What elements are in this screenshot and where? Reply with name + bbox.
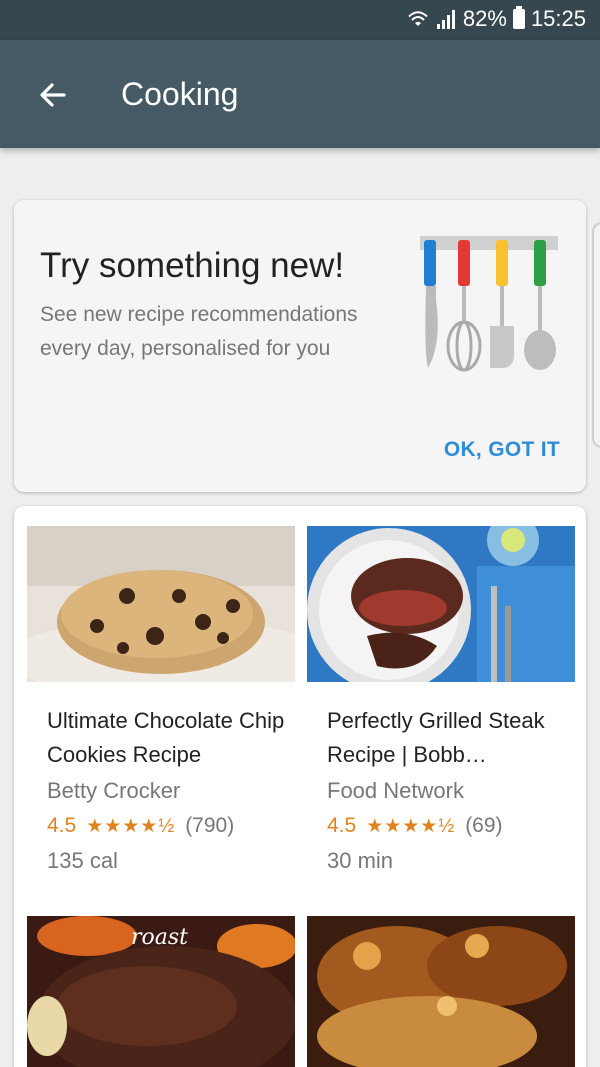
recipe-source: Betty Crocker bbox=[47, 778, 181, 803]
rating-value: 4.5 bbox=[327, 814, 357, 837]
star-rating-icon: ★★★★½ bbox=[86, 815, 176, 837]
battery-icon bbox=[512, 6, 525, 29]
rating-row: 4.5 ★★★★½ (69) bbox=[327, 814, 575, 838]
signal-icon bbox=[436, 10, 455, 29]
battery-percent: 82% bbox=[462, 6, 507, 31]
roast-image: roast bbox=[27, 916, 295, 1067]
recipe-time: 30 min bbox=[327, 848, 394, 873]
promo-subtitle: See new recipe recommendations every day… bbox=[40, 303, 358, 360]
steak-image bbox=[307, 526, 575, 682]
ok-got-it-button[interactable]: OK, GOT IT bbox=[444, 438, 560, 462]
clock: 15:25 bbox=[530, 6, 586, 31]
recipe-card-cookies[interactable]: Ultimate Chocolate Chip Cookies Recipe B… bbox=[27, 526, 295, 874]
glazed-dish-image bbox=[307, 916, 575, 1067]
back-button[interactable] bbox=[30, 72, 76, 118]
status-bar: 82% 15:25 bbox=[0, 0, 600, 40]
promo-card: Try something new! See new recipe recomm… bbox=[14, 200, 586, 492]
review-count: (69) bbox=[465, 814, 503, 837]
recipe-name: Perfectly Grilled Steak Recipe | Bobb… bbox=[327, 708, 545, 767]
star-rating-icon: ★★★★½ bbox=[366, 815, 456, 837]
app-bar: Cooking bbox=[0, 40, 600, 148]
side-panel-handle[interactable] bbox=[592, 222, 600, 448]
wifi-icon bbox=[408, 11, 428, 26]
rating-value: 4.5 bbox=[47, 814, 77, 837]
kitchen-utensils-icon bbox=[420, 236, 558, 372]
cookie-image bbox=[27, 526, 295, 682]
recipe-name: Ultimate Chocolate Chip Cookies Recipe bbox=[47, 708, 285, 767]
promo-title: Try something new! bbox=[40, 246, 345, 285]
roast-label: roast bbox=[131, 925, 188, 950]
recipe-card-roast[interactable]: roast bbox=[27, 916, 295, 1067]
recipes-grid: Ultimate Chocolate Chip Cookies Recipe B… bbox=[14, 506, 586, 1067]
recipe-card-glazed[interactable] bbox=[307, 916, 575, 1067]
arrow-left-icon bbox=[40, 83, 66, 107]
page-title: Cooking bbox=[121, 76, 239, 112]
status-indicators: 82% 15:25 bbox=[407, 6, 586, 32]
rating-row: 4.5 ★★★★½ (790) bbox=[47, 814, 295, 838]
recipe-card-steak[interactable]: Perfectly Grilled Steak Recipe | Bobb… F… bbox=[307, 526, 575, 874]
recipe-calories: 135 cal bbox=[47, 848, 118, 873]
review-count: (790) bbox=[185, 814, 235, 837]
recipe-source: Food Network bbox=[327, 778, 464, 803]
